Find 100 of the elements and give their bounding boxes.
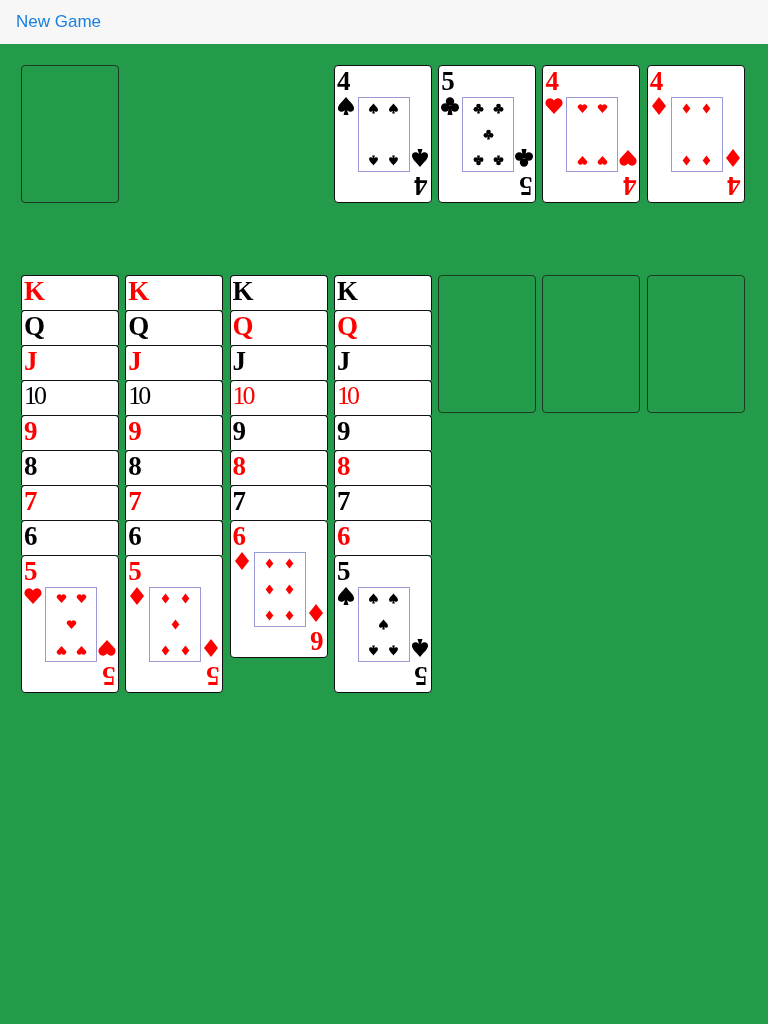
card-rank: 9	[336, 416, 351, 446]
heart-icon	[544, 96, 565, 116]
playing-card[interactable]: 9	[125, 415, 224, 450]
heart-icon	[577, 154, 588, 166]
playing-card[interactable]: 8	[333, 450, 432, 485]
playing-card[interactable]: 4 4	[646, 65, 745, 203]
playing-card[interactable]: Q	[333, 310, 432, 345]
heart-icon	[577, 103, 588, 115]
heart-icon	[65, 619, 77, 630]
playing-card[interactable]: 9	[229, 415, 328, 450]
playing-card[interactable]: 7	[21, 485, 119, 520]
playing-card[interactable]: 7	[333, 485, 432, 520]
card-rank: J	[24, 346, 38, 376]
spade-icon	[378, 619, 390, 630]
playing-card[interactable]: 6	[333, 520, 432, 555]
playing-card[interactable]: K	[229, 275, 328, 310]
playing-card[interactable]: 5 5	[438, 65, 537, 203]
empty-card-slot[interactable]	[542, 275, 641, 413]
playing-card[interactable]: 4 4	[542, 65, 641, 203]
diamond-icon	[264, 609, 276, 621]
playing-card[interactable]: 7	[125, 485, 224, 520]
empty-card-slot[interactable]	[438, 275, 537, 413]
playing-card[interactable]: J	[229, 345, 328, 380]
card-rank: 4	[623, 171, 637, 201]
diamond-icon	[179, 593, 191, 605]
empty-card-slot[interactable]	[21, 65, 119, 203]
diamond-icon	[701, 154, 713, 166]
playing-card[interactable]: 5 5	[125, 555, 224, 693]
playing-card[interactable]: 5 5	[21, 555, 119, 693]
playing-card[interactable]: 6 6	[229, 520, 328, 658]
heart-icon	[597, 154, 608, 166]
diamond-icon	[159, 593, 171, 605]
spade-icon	[368, 593, 380, 605]
diamond-icon	[284, 609, 296, 621]
playing-card[interactable]: J	[125, 345, 224, 380]
club-icon	[492, 103, 504, 115]
diamond-icon	[179, 644, 191, 656]
spade-icon	[388, 154, 400, 166]
card-rank: 5	[414, 661, 428, 691]
card-rank: J	[232, 346, 247, 376]
club-icon	[482, 129, 494, 140]
playing-card[interactable]: J	[21, 345, 119, 380]
heart-icon	[75, 644, 87, 656]
playing-card[interactable]: 9	[21, 415, 119, 450]
card-rank: 8	[336, 451, 351, 481]
card-rank: 5	[24, 556, 38, 586]
playing-card[interactable]: 6	[21, 520, 119, 555]
card-rank: K	[128, 276, 150, 306]
empty-card-slot[interactable]	[646, 275, 745, 413]
card-rank: 4	[727, 171, 741, 201]
playing-card[interactable]: 10	[229, 380, 328, 415]
playing-card[interactable]: Q	[125, 310, 224, 345]
playing-card[interactable]: 4 4	[333, 65, 432, 203]
card-rank: 4	[545, 66, 559, 96]
playing-card[interactable]: 8	[125, 450, 224, 485]
card-rank: 9	[128, 416, 142, 446]
diamond-icon	[681, 103, 693, 115]
playing-card[interactable]: 7	[229, 485, 328, 520]
card-rank: Q	[336, 311, 358, 341]
card-rank: 5	[441, 66, 455, 96]
heart-icon	[618, 148, 639, 168]
playing-card[interactable]: K	[21, 275, 119, 310]
card-rank: 8	[232, 451, 247, 481]
playing-card[interactable]: K	[333, 275, 432, 310]
playing-card[interactable]: K	[125, 275, 224, 310]
spade-icon	[368, 103, 380, 115]
playing-card[interactable]: 10	[333, 380, 432, 415]
card-rank: Q	[232, 311, 254, 341]
card-rank: J	[128, 346, 142, 376]
card-rank: K	[24, 276, 45, 306]
spade-icon	[335, 586, 356, 606]
playing-card[interactable]: 10	[125, 380, 224, 415]
playing-card[interactable]: 6	[125, 520, 224, 555]
card-rank: 8	[24, 451, 38, 481]
club-icon	[440, 96, 461, 116]
card-rank: 9	[24, 416, 38, 446]
playing-card[interactable]: Q	[229, 310, 328, 345]
card-rank: 6	[336, 521, 351, 551]
playing-card[interactable]: 10	[21, 380, 119, 415]
card-rank: 5	[205, 661, 220, 691]
playing-card[interactable]: 8	[229, 450, 328, 485]
spade-icon	[409, 148, 430, 168]
playing-card[interactable]: J	[333, 345, 432, 380]
playing-card[interactable]: 8	[21, 450, 119, 485]
heart-icon	[23, 586, 43, 606]
playing-card[interactable]: Q	[21, 310, 119, 345]
heart-icon	[97, 638, 117, 658]
playing-card[interactable]: 9	[333, 415, 432, 450]
diamond-icon	[681, 154, 693, 166]
diamond-icon	[159, 644, 171, 656]
card-rank: 5	[518, 171, 533, 201]
card-rank: 9	[232, 416, 247, 446]
card-rank: 6	[310, 626, 324, 656]
card-rank: 8	[128, 451, 142, 481]
diamond-icon	[284, 558, 296, 570]
heart-icon	[55, 593, 67, 605]
card-rank: 5	[128, 556, 142, 586]
diamond-icon	[284, 584, 296, 595]
playing-card[interactable]: 5 5	[333, 555, 432, 693]
new-game-button[interactable]: New Game	[10, 8, 108, 36]
